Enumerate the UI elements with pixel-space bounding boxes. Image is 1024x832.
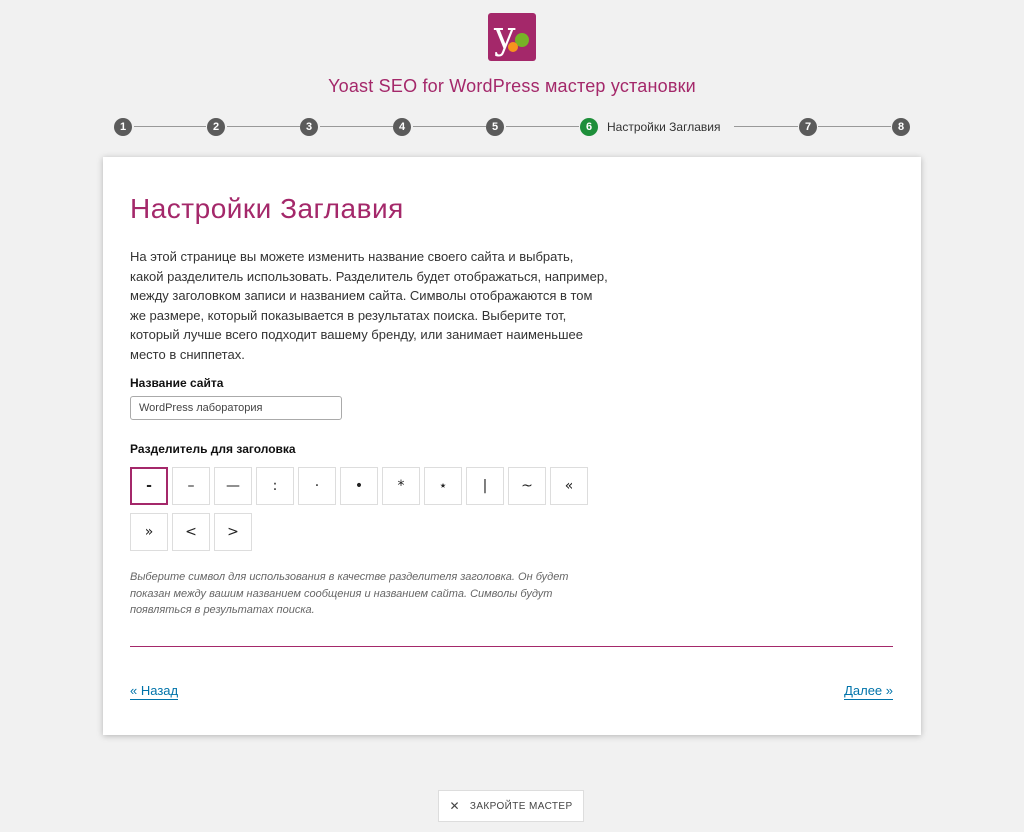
step-connector [134,126,206,127]
wizard-title: Yoast SEO for WordPress мастер установки [328,76,696,96]
separator-option-laquo[interactable]: « [550,467,588,505]
separator-option-hyphen[interactable]: - [130,467,168,505]
separator-option-pipe[interactable]: | [466,467,504,505]
step-connector [734,126,798,127]
site-name-label: Название сайта [130,376,224,390]
step-6[interactable]: 6 [580,118,598,136]
separator-option-greater-than[interactable]: > [214,513,252,551]
step-7[interactable]: 7 [799,118,817,136]
page-title: Настройки Заглавия [130,193,404,224]
close-icon: ✕ [449,799,460,813]
content-divider [130,646,893,647]
separator-option-tilde[interactable]: ~ [508,467,546,505]
separator-option-em-dash[interactable]: — [214,467,252,505]
step-connector [320,126,393,127]
intro-text: На этой странице вы можете изменить назв… [130,249,608,362]
wizard-card: Настройки Заглавия На этой странице вы м… [103,157,921,735]
step-6-label: Настройки Заглавия [607,120,721,134]
separator-option-middot[interactable]: · [298,467,336,505]
step-connector [506,126,579,127]
separator-help-text: Выберите символ для использования в каче… [130,571,569,616]
yoast-logo-orange-dot [508,42,518,52]
step-4[interactable]: 4 [393,118,411,136]
step-1[interactable]: 1 [114,118,132,136]
separator-option-bullet[interactable]: • [340,467,378,505]
separator-option-colon[interactable]: : [256,467,294,505]
separator-option-raquo[interactable]: » [130,513,168,551]
separator-option-asterisk[interactable]: * [382,467,420,505]
step-connector [227,126,300,127]
separator-option-less-than[interactable]: < [172,513,210,551]
separator-label: Разделитель для заголовка [130,442,296,456]
separator-option-star[interactable]: ⋆ [424,467,462,505]
back-link[interactable]: « Назад [130,683,179,700]
site-name-input[interactable] [130,396,342,420]
step-2[interactable]: 2 [207,118,225,136]
separator-option-en-dash[interactable]: – [172,467,210,505]
step-connector [413,126,486,127]
step-5[interactable]: 5 [486,118,504,136]
step-connector [818,126,891,127]
step-8[interactable]: 8 [892,118,910,136]
close-wizard-label: ЗАКРОЙТЕ МАСТЕР [469,800,573,812]
yoast-logo: y [488,13,536,61]
next-link[interactable]: Далее » [844,683,893,700]
wizard-stepper: 1 2 3 4 5 6 Настройки Заглавия 7 8 [114,116,914,138]
close-wizard-button[interactable]: ✕ ЗАКРОЙТЕ МАСТЕР [438,790,584,822]
step-3[interactable]: 3 [300,118,318,136]
